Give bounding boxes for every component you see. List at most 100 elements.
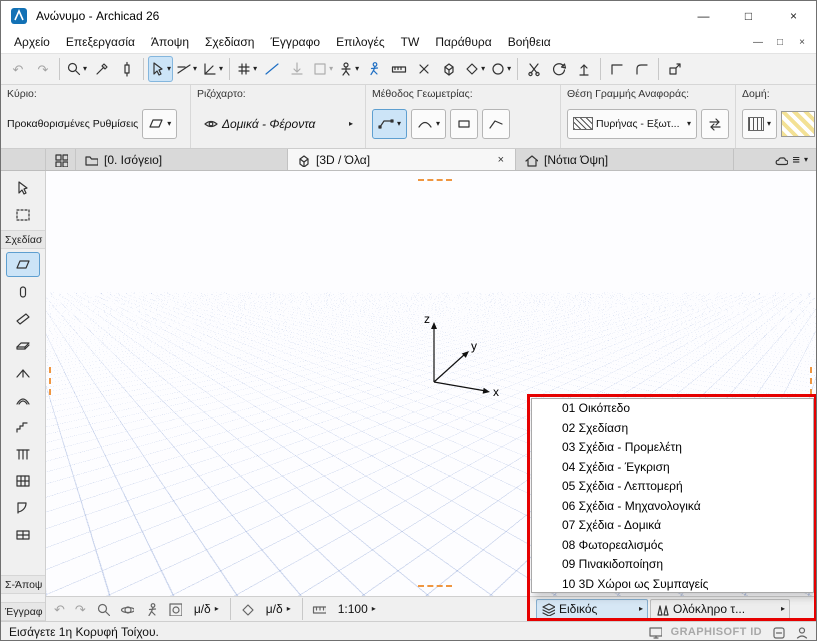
zoom-button[interactable]: ▾ bbox=[64, 56, 89, 82]
snap-guides-button[interactable]: ▾ bbox=[174, 56, 199, 82]
circle-shape-button[interactable]: ▾ bbox=[488, 56, 513, 82]
explore-button[interactable] bbox=[140, 599, 162, 620]
roof-tool[interactable] bbox=[6, 360, 40, 385]
door-tool[interactable] bbox=[6, 495, 40, 520]
flip-button[interactable] bbox=[701, 109, 729, 139]
wall-settings-button[interactable]: ▾ bbox=[142, 109, 177, 139]
guide-lines-button[interactable] bbox=[260, 56, 284, 82]
window-tool[interactable] bbox=[6, 522, 40, 547]
scale-dropdown[interactable]: 1:100 ▸ bbox=[332, 599, 382, 620]
undo-button[interactable]: ↶ bbox=[6, 56, 30, 82]
composite-swatch-button[interactable] bbox=[781, 111, 815, 137]
inject-parameters-button[interactable] bbox=[115, 56, 139, 82]
beam-tool[interactable] bbox=[6, 306, 40, 331]
reference-line-dropdown[interactable]: Πυρήνας - Εξωτ... ▾ bbox=[567, 109, 697, 139]
back-button[interactable]: ↶ bbox=[50, 599, 69, 620]
layer-combination-item[interactable]: 10 3D Χώροι ως Συμπαγείς bbox=[532, 575, 813, 595]
menu-teamwork[interactable]: TW bbox=[393, 33, 428, 51]
shell-tool[interactable] bbox=[6, 387, 40, 412]
x-icon bbox=[416, 61, 432, 77]
menu-help[interactable]: Βοήθεια bbox=[500, 33, 559, 51]
layer-combination-item[interactable]: 08 Φωτορεαλισμός bbox=[532, 536, 813, 556]
trace-reference-dropdown[interactable]: Δομικά - Φέροντα ▸ bbox=[197, 109, 359, 139]
forward-button[interactable]: ↷ bbox=[71, 599, 90, 620]
graphisoft-id-label[interactable]: GRAPHISOFT ID bbox=[671, 626, 762, 638]
maximize-icon[interactable]: □ bbox=[726, 1, 771, 31]
scale-icon-button[interactable] bbox=[308, 599, 330, 620]
dimension-unit-dropdown[interactable]: μ/δ ▸ bbox=[260, 599, 297, 620]
menu-options[interactable]: Επιλογές bbox=[328, 33, 393, 51]
layer-combination-item[interactable]: 09 Πινακιδοποίηση bbox=[532, 555, 813, 575]
geometry-straight-button[interactable]: ▾ bbox=[372, 109, 407, 139]
geometry-chained-button[interactable] bbox=[482, 109, 510, 139]
marquee-tool[interactable] bbox=[6, 202, 40, 227]
slab-tool[interactable] bbox=[6, 333, 40, 358]
menu-file[interactable]: Αρχείο bbox=[6, 33, 58, 51]
pen-set-dropdown[interactable]: Ολόκληρο τ... ▸ bbox=[650, 599, 790, 620]
tab-close-icon[interactable]: × bbox=[495, 154, 507, 166]
doc-restore-icon[interactable]: □ bbox=[774, 37, 786, 48]
wall-tool[interactable] bbox=[6, 252, 40, 277]
layer-combination-item[interactable]: 03 Σχέδια - Προμελέτη bbox=[532, 438, 813, 458]
select-arrow-tool[interactable] bbox=[6, 175, 40, 200]
resize-button[interactable] bbox=[663, 56, 687, 82]
zoom-mode-button[interactable] bbox=[92, 599, 114, 620]
elevate-button[interactable] bbox=[572, 56, 596, 82]
default-settings-label[interactable]: Προκαθορισμένες Ρυθμίσεις bbox=[7, 118, 138, 130]
structure-type-button[interactable]: ▾ bbox=[742, 109, 777, 139]
menu-view[interactable]: Άποψη bbox=[143, 33, 197, 51]
layer-combination-item[interactable]: 06 Σχέδια - Μηχανολογικά bbox=[532, 497, 813, 517]
redo-button[interactable]: ↷ bbox=[31, 56, 55, 82]
menu-windows[interactable]: Παράθυρα bbox=[427, 33, 499, 51]
close-icon[interactable]: × bbox=[771, 1, 816, 31]
tab-3d-all[interactable]: [3D / Όλα] × bbox=[288, 149, 516, 170]
column-tool[interactable] bbox=[6, 279, 40, 304]
orbit-button[interactable] bbox=[116, 599, 138, 620]
layer-combination-item[interactable]: 05 Σχέδια - Λεπτομερή bbox=[532, 477, 813, 497]
quick-options-button[interactable] bbox=[46, 149, 76, 170]
badge-icon bbox=[771, 625, 785, 639]
menu-edit[interactable]: Επεξεργασία bbox=[58, 33, 143, 51]
chevron-down-icon[interactable]: ▾ bbox=[804, 156, 808, 164]
railing-tool[interactable] bbox=[6, 441, 40, 466]
grid-snap-button[interactable]: ▾ bbox=[234, 56, 259, 82]
model-unit-dropdown[interactable]: μ/δ ▸ bbox=[188, 599, 225, 620]
curtain-wall-tool[interactable] bbox=[6, 468, 40, 493]
explore-model-button[interactable] bbox=[362, 56, 386, 82]
doc-close-icon[interactable]: × bbox=[796, 37, 808, 48]
layer-combination-dropdown[interactable]: Ειδικός ▸ bbox=[536, 599, 648, 620]
intersect-button[interactable] bbox=[630, 56, 654, 82]
dimension-unit-icon-button[interactable] bbox=[236, 599, 258, 620]
geometry-box-button[interactable] bbox=[450, 109, 478, 139]
dimension-button[interactable] bbox=[387, 56, 411, 82]
trim-button[interactable] bbox=[605, 56, 629, 82]
menu-design[interactable]: Σχεδίαση bbox=[197, 33, 262, 51]
adjust-button[interactable] bbox=[547, 56, 571, 82]
layer-combination-item[interactable]: 07 Σχέδια - Δομικά bbox=[532, 516, 813, 536]
close-element-button[interactable] bbox=[412, 56, 436, 82]
tab-south-elevation[interactable]: [Νότια Όψη] bbox=[516, 149, 734, 170]
marker-button[interactable]: ▾ bbox=[462, 56, 487, 82]
tab-floorplan[interactable]: [0. Ισόγειο] bbox=[76, 149, 288, 170]
stair-tool[interactable] bbox=[6, 414, 40, 439]
chevron-right-icon: ▸ bbox=[781, 605, 785, 613]
pick-up-parameters-button[interactable] bbox=[90, 56, 114, 82]
layer-combination-item[interactable]: 04 Σχέδια - Έγκριση bbox=[532, 458, 813, 478]
cutaway-button[interactable] bbox=[437, 56, 461, 82]
layer-combination-item[interactable]: 01 Οικόπεδο bbox=[532, 399, 813, 419]
gravity-button[interactable] bbox=[285, 56, 309, 82]
split-button[interactable] bbox=[522, 56, 546, 82]
geometry-curved-button[interactable]: ▾ bbox=[411, 109, 446, 139]
profile-icon[interactable] bbox=[794, 625, 808, 639]
tab-list-icon[interactable]: ≡ bbox=[792, 153, 800, 166]
coordinates-button[interactable]: ▾ bbox=[200, 56, 225, 82]
menu-document[interactable]: Έγγραφο bbox=[262, 33, 328, 51]
layer-combination-item[interactable]: 02 Σχεδίαση bbox=[532, 419, 813, 439]
infobox-panel-geometry: Μέθοδος Γεωμετρίας: ▾ ▾ bbox=[366, 85, 561, 148]
shape-button[interactable]: ▾ bbox=[310, 56, 335, 82]
minimize-icon[interactable]: — bbox=[681, 1, 726, 31]
doc-minimize-icon[interactable]: — bbox=[752, 37, 764, 48]
fit-in-window-button[interactable] bbox=[164, 599, 186, 620]
user-origin-button[interactable]: ▾ bbox=[336, 56, 361, 82]
arrow-tool-button[interactable]: ▾ bbox=[148, 56, 173, 82]
